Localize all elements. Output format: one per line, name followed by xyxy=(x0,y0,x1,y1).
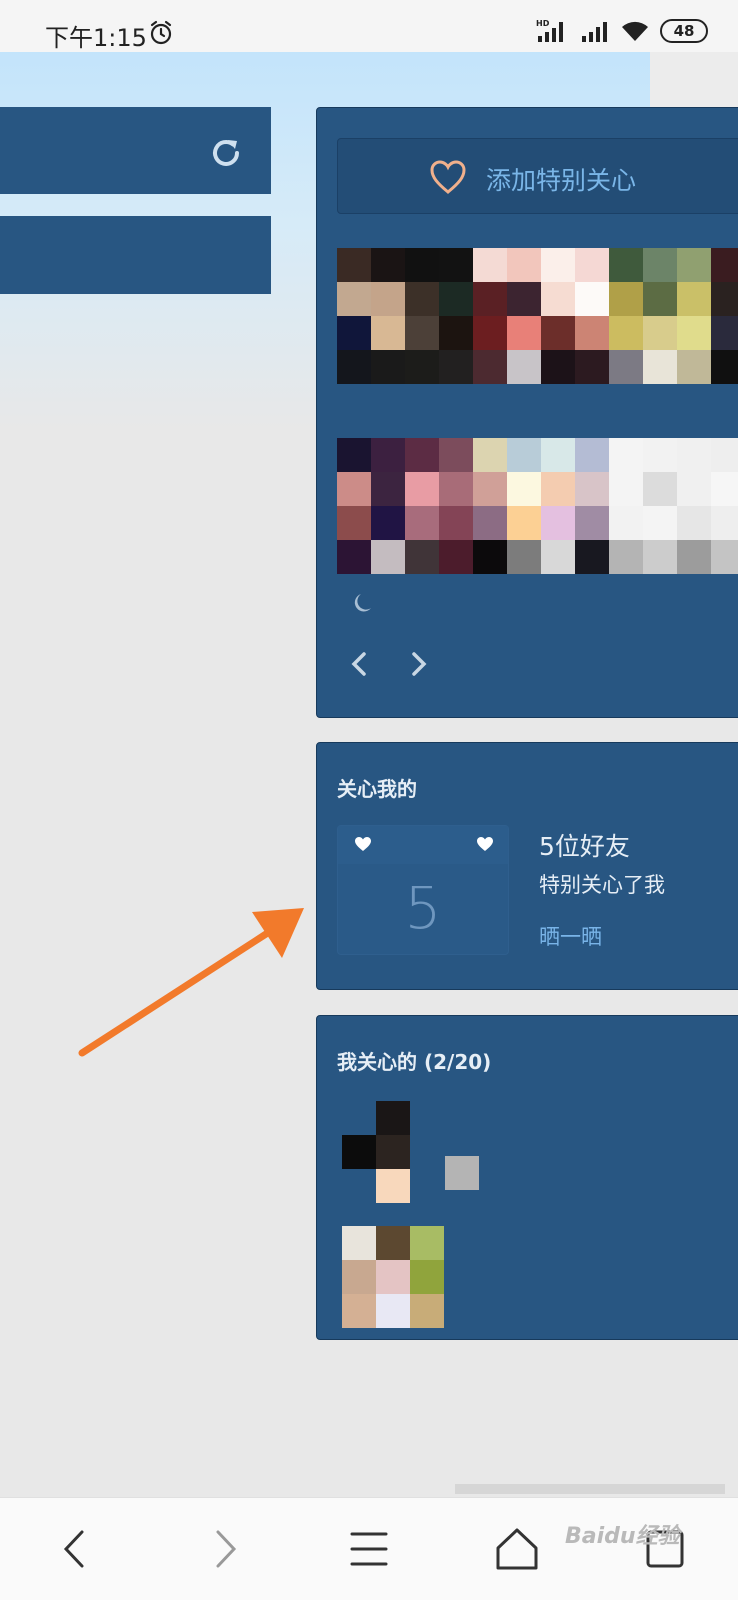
watermark: Baidu经验 xyxy=(565,1524,680,1549)
horizontal-scrollbar[interactable] xyxy=(455,1484,725,1494)
share-link[interactable]: 晒一晒 xyxy=(539,921,602,951)
friends-description: 特别关心了我 xyxy=(539,873,665,897)
forward-icon[interactable] xyxy=(198,1524,248,1574)
status-bar: 下午1:15 HD 48 xyxy=(0,0,738,52)
special-care-card: 添加特别关心 xyxy=(316,107,738,718)
left-header-bar xyxy=(0,107,271,194)
wifi-icon xyxy=(622,21,648,41)
battery-indicator: 48 xyxy=(660,19,708,43)
svg-text:HD: HD xyxy=(536,19,550,28)
moon-icon xyxy=(354,594,371,612)
friend-avatar-list[interactable] xyxy=(337,248,738,384)
heart-icon xyxy=(477,837,493,851)
chevron-left-icon[interactable] xyxy=(349,651,371,677)
cares-about-me-title: 关心我的 xyxy=(337,777,417,801)
hd-signal-icon: HD xyxy=(536,19,563,42)
page-edge xyxy=(650,52,738,107)
back-icon[interactable] xyxy=(52,1524,102,1574)
annotation-arrow xyxy=(78,908,304,1057)
status-icons: HD 48 xyxy=(536,18,708,44)
followed-avatar-2[interactable] xyxy=(342,1226,444,1328)
refresh-icon[interactable] xyxy=(208,135,244,171)
i-care-about-title: 我关心的 (2/20) xyxy=(337,1050,492,1074)
add-special-care-button[interactable]: 添加特别关心 xyxy=(337,138,738,214)
left-secondary-bar xyxy=(0,216,271,294)
heart-outline-icon xyxy=(430,160,466,194)
care-count-number: 5 xyxy=(404,874,442,942)
status-time: 下午1:15 xyxy=(45,24,147,52)
add-special-care-label: 添加特别关心 xyxy=(486,166,637,195)
alarm-icon xyxy=(150,20,172,45)
chevron-right-icon[interactable] xyxy=(407,651,429,677)
home-icon[interactable] xyxy=(492,1524,542,1574)
friend-avatar-list-2[interactable] xyxy=(337,438,738,574)
menu-icon[interactable] xyxy=(344,1524,394,1574)
cares-about-me-card: 关心我的 5 5位好友 特别关心了我 晒一晒 xyxy=(316,742,738,990)
heart-icon xyxy=(355,837,371,851)
friends-count-text: 5位好友 xyxy=(539,832,630,861)
care-count-box: 5 xyxy=(337,825,509,955)
followed-name-placeholder xyxy=(445,1156,479,1190)
signal-icon xyxy=(582,22,607,42)
i-care-about-card: 我关心的 (2/20) xyxy=(316,1015,738,1340)
followed-avatar-1[interactable] xyxy=(342,1101,444,1203)
